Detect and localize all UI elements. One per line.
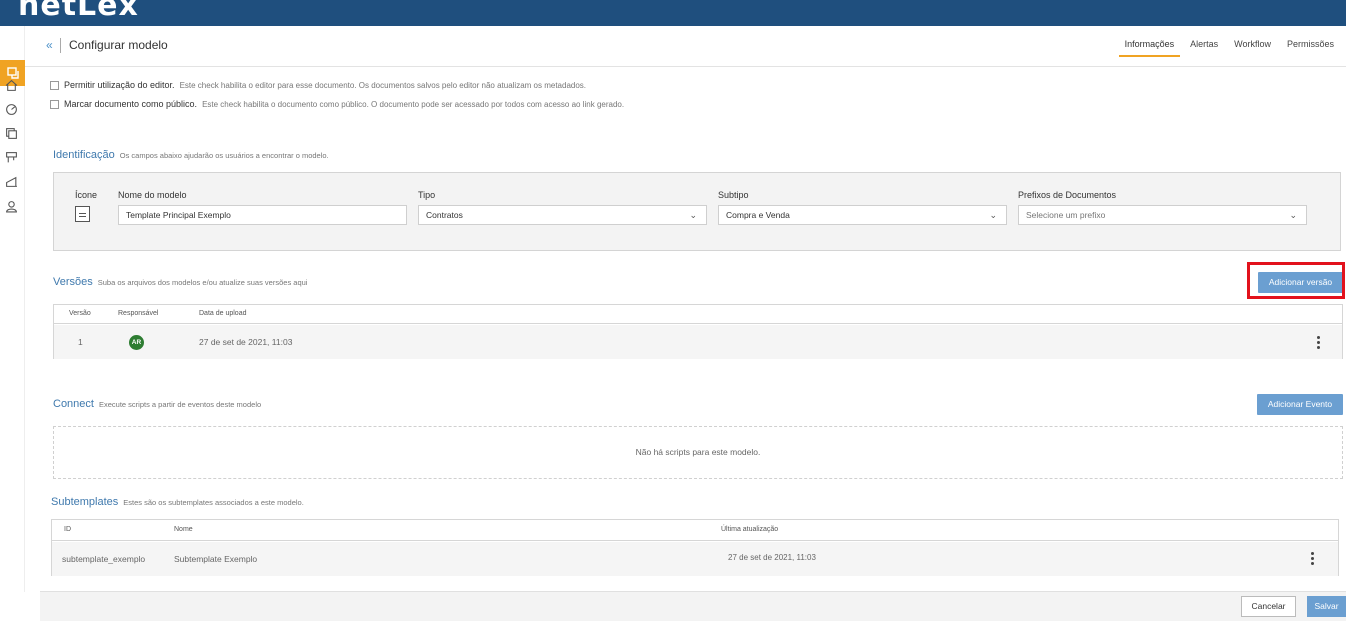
tab-workflow[interactable]: Workflow	[1228, 38, 1277, 57]
subtemplates-heading: Subtemplates Estes são os subtemplates a…	[51, 496, 304, 508]
versoes-heading: Versões Suba os arquivos dos modelos e/o…	[53, 276, 307, 288]
upload-date: 27 de set de 2021, 11:03	[199, 337, 293, 347]
board-icon[interactable]	[3, 149, 19, 165]
connect-empty-state: Não há scripts para este modelo.	[53, 426, 1343, 479]
version-number: 1	[78, 337, 83, 347]
back-button[interactable]: «	[46, 38, 53, 52]
left-sidebar	[0, 26, 25, 592]
tab-informacoes[interactable]: Informações	[1118, 38, 1181, 57]
tipo-label: Tipo	[418, 190, 436, 200]
public-checkbox-label[interactable]: Marcar documento como público.	[64, 99, 197, 109]
public-checkbox-help: Este check habilita o documento como púb…	[202, 99, 625, 109]
documents-icon[interactable]	[3, 125, 19, 141]
subtipo-value: Compra e Venda	[726, 210, 790, 220]
versions-table: Versão Responsável Data de upload 1 AR 2…	[53, 304, 1343, 359]
user-icon[interactable]	[3, 198, 19, 214]
prefixos-label: Prefixos de Documentos	[1018, 190, 1117, 200]
col-responsavel: Responsável	[118, 310, 159, 317]
chevron-down-icon: ⌄	[989, 210, 997, 220]
subtemplate-name: Subtemplate Exemplo	[174, 554, 258, 564]
prefixos-select[interactable]: Selecione um prefixo ⌄	[1018, 205, 1307, 225]
table-row[interactable]: subtemplate_exemplo Subtemplate Exemplo …	[52, 542, 1338, 576]
subtemplates-title: Subtemplates	[51, 496, 119, 508]
nome-modelo-input[interactable]: Template Principal Exemplo	[118, 205, 407, 225]
editor-checkbox[interactable]	[50, 80, 59, 90]
tab-alertas[interactable]: Alertas	[1184, 38, 1224, 57]
top-brand-bar: netLex	[0, 0, 1346, 26]
chevron-down-icon: ⌄	[689, 210, 697, 220]
add-event-button[interactable]: Adicionar Evento	[1257, 394, 1343, 415]
connect-title: Connect	[53, 398, 94, 410]
editor-checkbox-help: Este check habilita o editor para esse d…	[179, 80, 587, 90]
avatar: AR	[129, 335, 144, 350]
nome-label: Nome do modelo	[118, 190, 187, 200]
tipo-value: Contratos	[426, 210, 463, 220]
chart-icon[interactable]	[3, 173, 19, 189]
prefixos-placeholder: Selecione um prefixo	[1026, 210, 1106, 220]
identificacao-title: Identificação	[53, 149, 115, 161]
identificacao-heading: Identificação Os campos abaixo ajudarão …	[53, 149, 329, 161]
chevron-down-icon: ⌄	[1289, 210, 1297, 220]
col-id: ID	[64, 526, 71, 533]
document-icon[interactable]	[75, 206, 90, 222]
home-icon[interactable]	[3, 77, 19, 93]
subtipo-label: Subtipo	[718, 190, 749, 200]
tab-bar: Informações Alertas Workflow Permissões	[1115, 38, 1340, 57]
versoes-help: Suba os arquivos dos modelos e/ou atuali…	[97, 278, 308, 287]
table-row[interactable]: 1 AR 27 de set de 2021, 11:03	[54, 325, 1342, 359]
page-title: Configurar modelo	[69, 38, 168, 52]
subtipo-select[interactable]: Compra e Venda ⌄	[718, 205, 1007, 225]
subtemplate-id: subtemplate_exemplo	[62, 554, 146, 564]
subtemplate-updated: 27 de set de 2021, 11:03	[728, 553, 816, 562]
subtemplates-table-header: ID Nome Última atualização	[52, 520, 1338, 541]
public-option: Marcar documento como público. Este chec…	[50, 99, 624, 109]
footer-bar	[40, 591, 1346, 621]
identificacao-help: Os campos abaixo ajudarão os usuários a …	[119, 151, 329, 160]
connect-heading: Connect Execute scripts a partir de even…	[53, 398, 261, 410]
icone-label: Ícone	[75, 190, 98, 200]
more-options-icon[interactable]	[1311, 552, 1314, 567]
save-button[interactable]: Salvar	[1307, 596, 1346, 617]
page-header: « Configurar modelo Informações Alertas …	[25, 26, 1346, 67]
identificacao-panel: Ícone Nome do modelo Template Principal …	[53, 172, 1341, 251]
subtemplates-help: Estes são os subtemplates associados a e…	[123, 498, 304, 507]
connect-help: Execute scripts a partir de eventos dest…	[98, 400, 262, 409]
editor-option: Permitir utilização do editor. Este chec…	[50, 80, 586, 90]
cancel-button[interactable]: Cancelar	[1241, 596, 1296, 617]
tipo-select[interactable]: Contratos ⌄	[418, 205, 707, 225]
col-versao: Versão	[69, 310, 91, 317]
col-ultima-atualizacao: Última atualização	[721, 526, 779, 533]
versoes-title: Versões	[53, 276, 93, 288]
editor-checkbox-label[interactable]: Permitir utilização do editor.	[64, 80, 175, 90]
tab-permissoes[interactable]: Permissões	[1281, 38, 1340, 57]
col-nome: Nome	[174, 526, 193, 533]
col-data-upload: Data de upload	[199, 310, 247, 317]
more-options-icon[interactable]	[1317, 336, 1320, 351]
header-divider	[60, 38, 61, 53]
subtemplates-table: ID Nome Última atualização subtemplate_e…	[51, 519, 1339, 576]
highlight-box	[1247, 262, 1345, 299]
public-checkbox[interactable]	[50, 99, 59, 109]
dashboard-icon[interactable]	[3, 101, 19, 117]
versions-table-header: Versão Responsável Data de upload	[54, 305, 1342, 324]
netlex-logo[interactable]: netLex	[18, 0, 139, 23]
